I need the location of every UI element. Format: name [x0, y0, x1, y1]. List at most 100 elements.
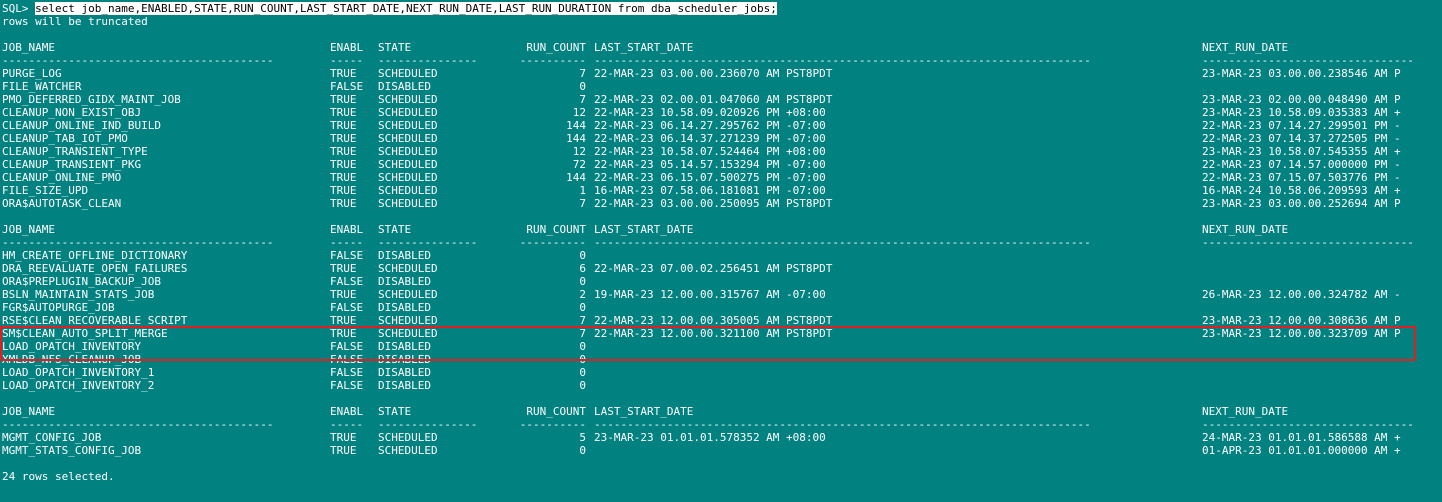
table-row-run-count: 7	[579, 327, 586, 340]
table-row-state: SCHEDULED	[378, 93, 438, 106]
table-row-last-start-date: 19-MAR-23 12.00.00.315767 AM -07:00	[594, 288, 826, 301]
table-row-job-name: CLEANUP_ONLINE_IND_BUILD	[2, 119, 161, 132]
table-row: CLEANUP_NON_EXIST_OBJ TRUE SCHEDULED 12 22-M…	[2, 106, 1442, 119]
table-row-run-count: 0	[579, 366, 586, 379]
table-row-enabled: TRUE	[330, 327, 357, 340]
table-row-last-start-date: 23-MAR-23 01.01.01.578352 AM +08:00	[594, 431, 826, 444]
separator-row-last-start-date: ----------------------------------------…	[594, 236, 1091, 249]
table-row-next-run-date: 23-MAR-23 12.00.00.323709 AM P	[1202, 327, 1401, 340]
table-row-enabled: TRUE	[330, 171, 357, 184]
table-row-last-start-date: 22-MAR-23 07.00.02.256451 AM PST8PDT	[594, 262, 833, 275]
table-row-enabled: FALSE	[330, 353, 364, 366]
table-row-run-count: 7	[579, 67, 586, 80]
terminal-window[interactable]: { "prompt": "SQL> ", "command": "select …	[0, 0, 1442, 502]
table-row-run-count: 7	[579, 314, 586, 327]
table-row-next-run-date: 24-MAR-23 01.01.01.586588 AM +	[1202, 431, 1401, 444]
column-header-row-run-count: RUN_COUNT	[526, 405, 586, 418]
table-row-next-run-date: 22-MAR-23 07.14.57.000000 PM -	[1202, 158, 1401, 171]
separator-row-state: ---------------	[378, 54, 478, 67]
table-row-job-name: SM$CLEAN_AUTO_SPLIT_MERGE	[2, 327, 168, 340]
table-row-run-count: 0	[579, 379, 586, 392]
table-row-last-start-date: 16-MAR-23 07.58.06.181081 PM -07:00	[594, 184, 826, 197]
separator-row-next-run-date: --------------------------------	[1202, 236, 1414, 249]
selected-command[interactable]: select job_name,ENABLED,STATE,RUN_COUNT,…	[35, 2, 777, 15]
column-header-row-next-run-date: NEXT_RUN_DATE	[1202, 41, 1289, 54]
table-row-enabled: TRUE	[330, 132, 357, 145]
table-row-state: DISABLED	[378, 340, 431, 353]
separator-row-enabled: -----	[330, 236, 364, 249]
table-row-job-name: ORA$PREPLUGIN_BACKUP_JOB	[2, 275, 161, 288]
column-header-row-next-run-date: NEXT_RUN_DATE	[1202, 223, 1289, 236]
table-row-job-name: XMLDB_NFS_CLEANUP_JOB	[2, 353, 142, 366]
table-row-last-start-date: 22-MAR-23 03.00.00.236070 AM PST8PDT	[594, 67, 833, 80]
table-row-run-count: 12	[572, 145, 586, 158]
table-row-run-count: 144	[566, 132, 586, 145]
table-row-state: SCHEDULED	[378, 288, 438, 301]
separator-row-job-name: ----------------------------------------…	[2, 418, 274, 431]
rows-selected-footer: 24 rows selected.	[2, 470, 115, 483]
separator-row-enabled: -----	[330, 54, 364, 67]
table-row-next-run-date: 23-MAR-23 02.00.00.048490 AM P	[1202, 93, 1401, 106]
table-row-enabled: TRUE	[330, 444, 357, 457]
column-header-row-enabled: ENABL	[330, 223, 364, 236]
table-row-state: DISABLED	[378, 379, 431, 392]
separator-row-next-run-date: --------------------------------	[1202, 418, 1414, 431]
column-header-row-state: STATE	[378, 41, 412, 54]
table-row: HM_CREATE_OFFLINE_DICTIONARY FALSE DISABLE…	[2, 249, 1442, 262]
table-row-next-run-date: 01-APR-23 01.01.01.000000 AM +	[1202, 444, 1401, 457]
result-groups: JOB_NAME ENABL STATE RUN_COUNT LAST_START_DA…	[2, 28, 1442, 470]
table-row-job-name: FILE_SIZE_UPD	[2, 184, 89, 197]
table-row-next-run-date: 23-MAR-23 03.00.00.238546 AM P	[1202, 67, 1401, 80]
terminal-output: SQL> select job_name,ENABLED,STATE,RUN_C…	[2, 2, 1442, 502]
table-row-run-count: 6	[579, 262, 586, 275]
table-row-next-run-date: 22-MAR-23 07.15.07.503776 PM -	[1202, 171, 1401, 184]
table-row-job-name: CLEANUP_NON_EXIST_OBJ	[2, 106, 142, 119]
table-row-next-run-date: 23-MAR-23 12.00.00.308636 AM P	[1202, 314, 1401, 327]
column-header-row-run-count: RUN_COUNT	[526, 41, 586, 54]
table-row-state: SCHEDULED	[378, 197, 438, 210]
table-row-enabled: TRUE	[330, 145, 357, 158]
table-row-last-start-date: 22-MAR-23 06.15.07.500275 PM -07:00	[594, 171, 826, 184]
table-row: CLEANUP_TAB_IOT_PMO TRUE SCHEDULED 144 22-MA…	[2, 132, 1442, 145]
table-row-run-count: 5	[579, 431, 586, 444]
column-header-row-last-start-date: LAST_START_DATE	[594, 405, 694, 418]
table-row-state: SCHEDULED	[378, 145, 438, 158]
table-row: DRA_REEVALUATE_OPEN_FAILURES TRUE SCHEDULE…	[2, 262, 1442, 275]
table-row-last-start-date: 22-MAR-23 02.00.01.047060 AM PST8PDT	[594, 93, 833, 106]
table-row-enabled: TRUE	[330, 262, 357, 275]
table-row: BSLN_MAINTAIN_STATS_JOB TRUE SCHEDULED 2 19-…	[2, 288, 1442, 301]
table-row-job-name: CLEANUP_ONLINE_PMO	[2, 171, 122, 184]
separator-row-state: ---------------	[378, 418, 478, 431]
column-header-row-last-start-date: LAST_START_DATE	[594, 223, 694, 236]
table-row: CLEANUP_TRANSIENT_PKG TRUE SCHEDULED 72 22-M…	[2, 158, 1442, 171]
command-line[interactable]: SQL> select job_name,ENABLED,STATE,RUN_C…	[2, 2, 1442, 15]
table-row-state: DISABLED	[378, 301, 431, 314]
table-row-run-count: 0	[579, 444, 586, 457]
table-row-enabled: TRUE	[330, 184, 357, 197]
table-row-run-count: 144	[566, 171, 586, 184]
table-row-state: SCHEDULED	[378, 67, 438, 80]
table-row-enabled: TRUE	[330, 158, 357, 171]
table-row-run-count: 0	[579, 353, 586, 366]
table-row-last-start-date: 22-MAR-23 06.14.27.295762 PM -07:00	[594, 119, 826, 132]
table-row-enabled: FALSE	[330, 275, 364, 288]
column-header-row-next-run-date: NEXT_RUN_DATE	[1202, 405, 1289, 418]
column-header-row: JOB_NAME ENABL STATE RUN_COUNT LAST_START_DA…	[2, 41, 1442, 54]
table-row-job-name: PURGE_LOG	[2, 67, 62, 80]
separator-row-enabled: -----	[330, 418, 364, 431]
column-header-row-job-name: JOB_NAME	[2, 405, 55, 418]
table-row-job-name: BSLN_MAINTAIN_STATS_JOB	[2, 288, 155, 301]
table-row: MGMT_CONFIG_JOB TRUE SCHEDULED 5 23-MAR-23 0…	[2, 431, 1442, 444]
separator-row-run-count: ----------	[519, 418, 586, 431]
table-row-enabled: TRUE	[330, 197, 357, 210]
table-row-last-start-date: 22-MAR-23 10.58.09.020926 PM +08:00	[594, 106, 826, 119]
table-row: PMO_DEFERRED_GIDX_MAINT_JOB TRUE SCHEDULED…	[2, 93, 1442, 106]
column-header-row-last-start-date: LAST_START_DATE	[594, 41, 694, 54]
table-row-state: SCHEDULED	[378, 158, 438, 171]
sql-prompt: SQL>	[2, 2, 36, 15]
table-row-next-run-date: 23-MAR-23 03.00.00.252694 AM P	[1202, 197, 1401, 210]
table-row-state: SCHEDULED	[378, 444, 438, 457]
